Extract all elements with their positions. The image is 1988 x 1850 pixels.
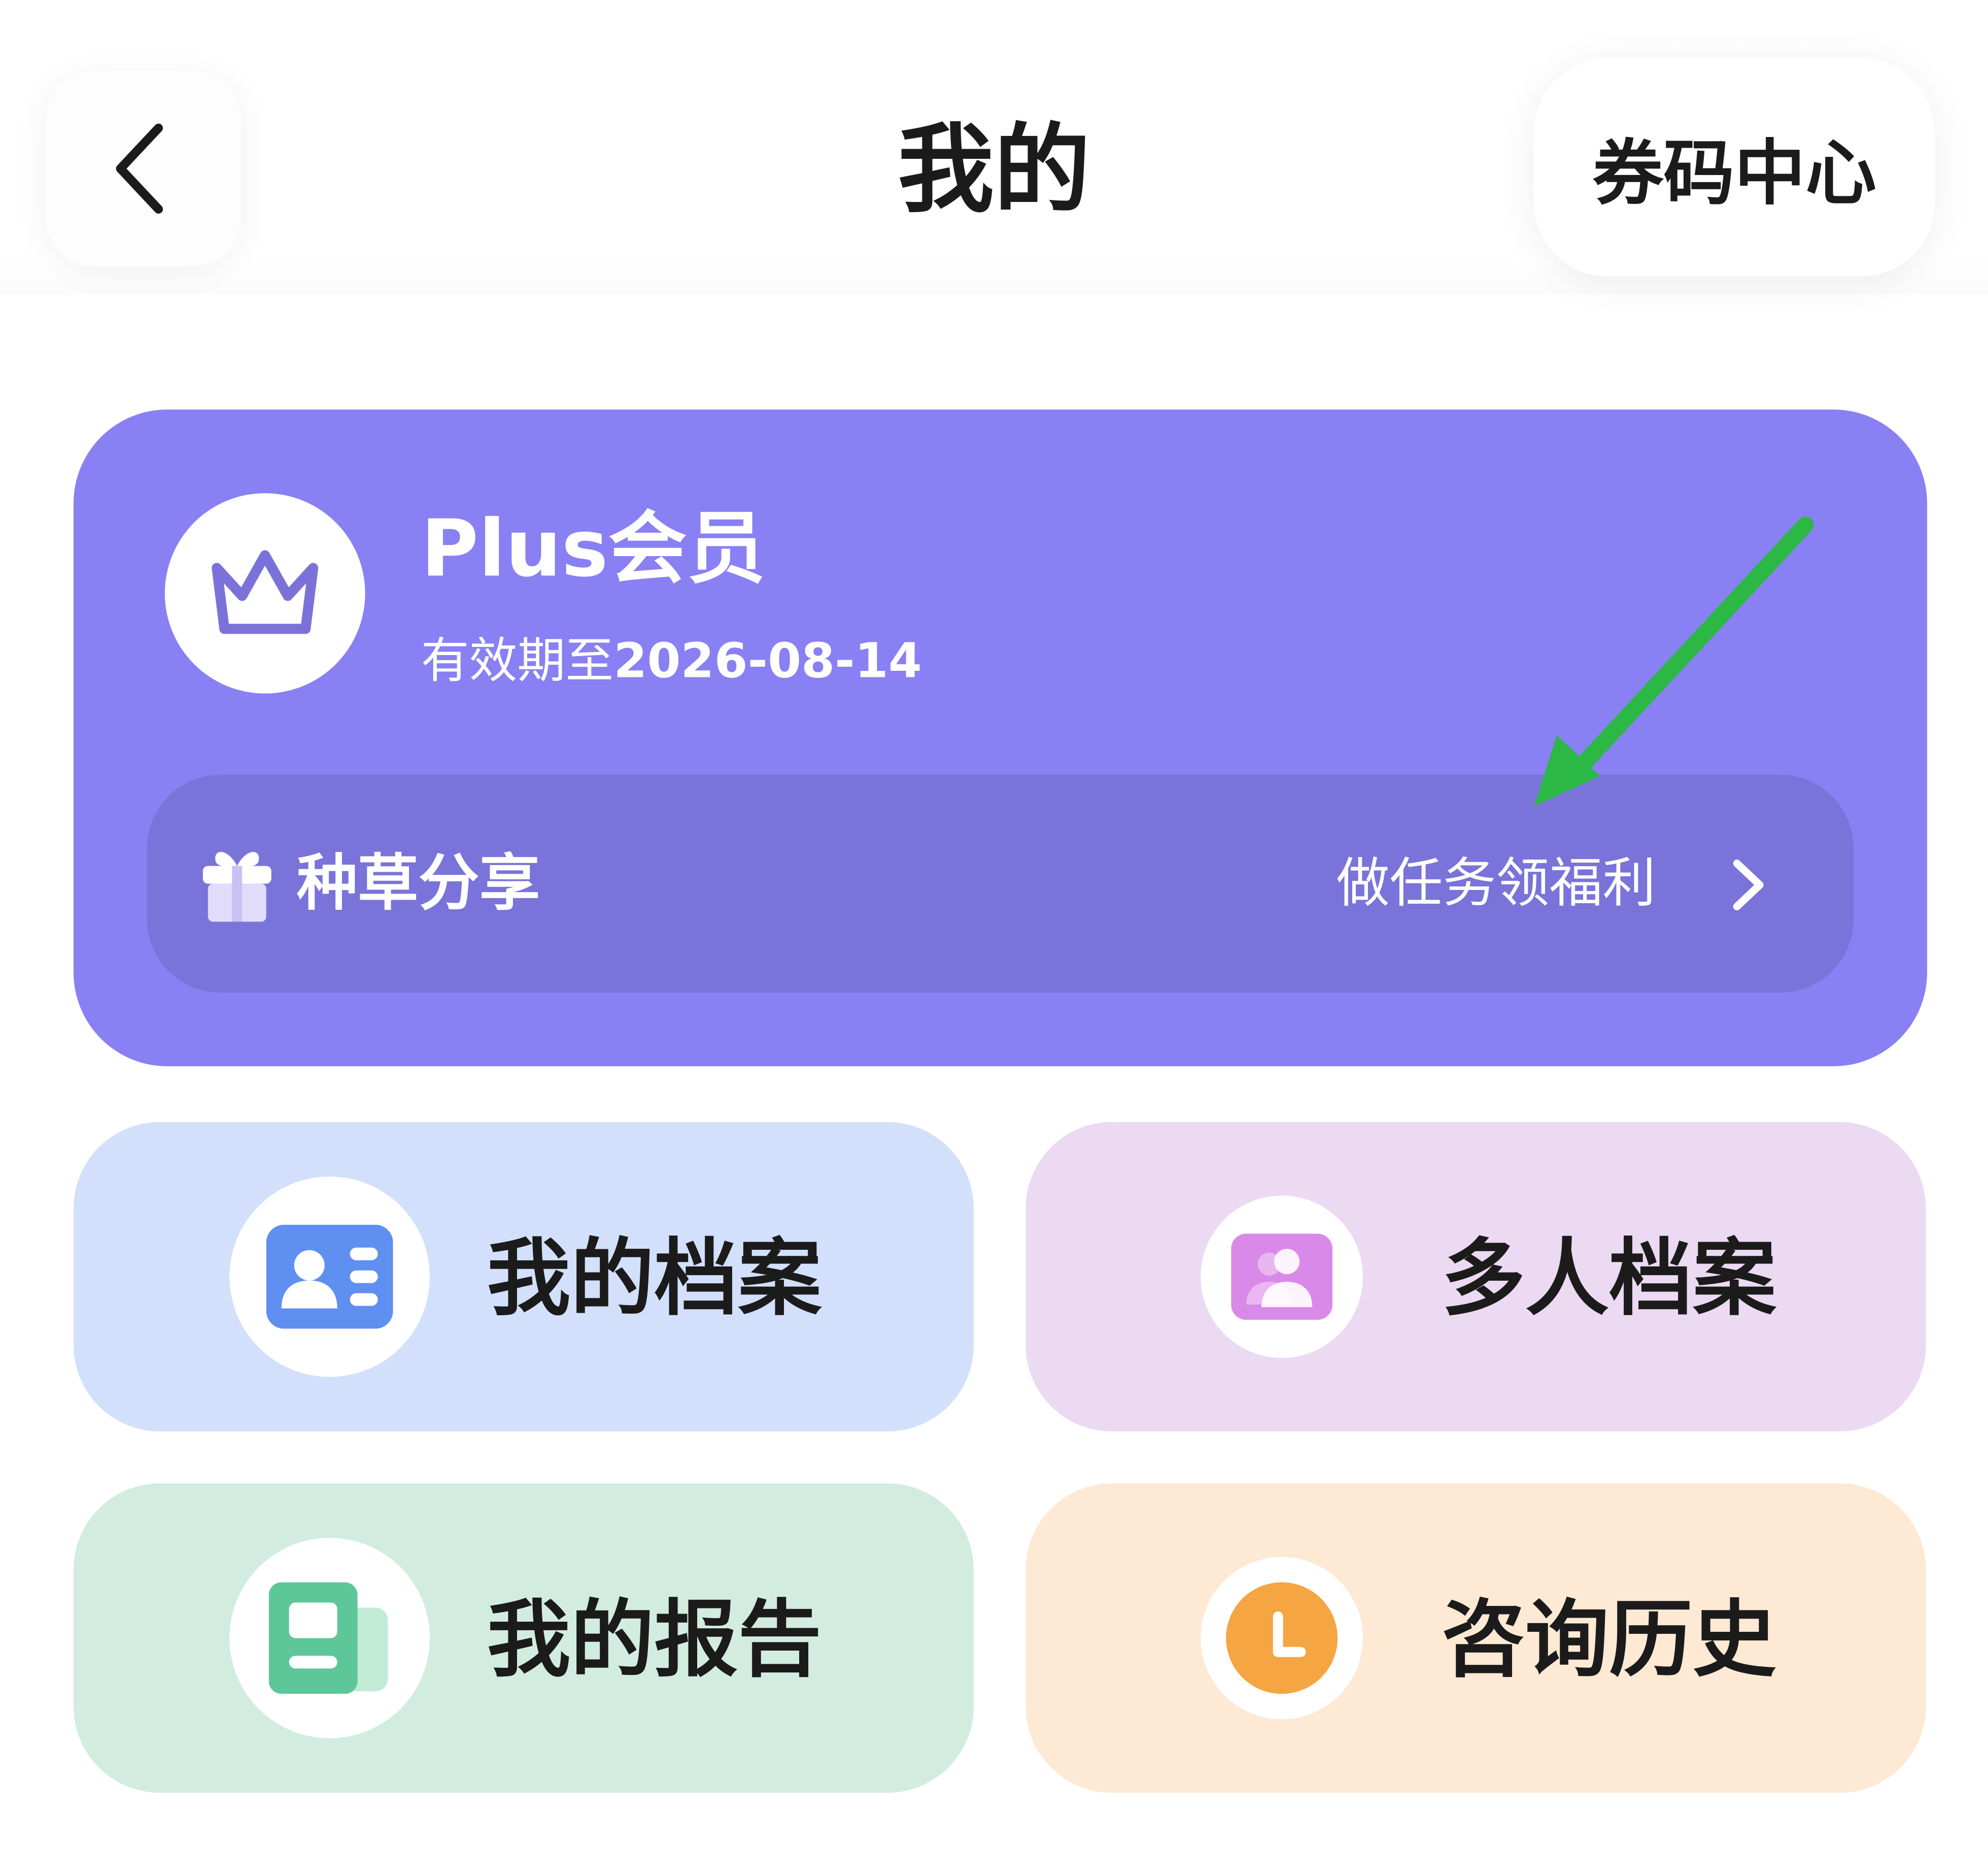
- membership-card[interactable]: Plus会员 有效期至2026-08-14 种草分享 做任务领福利: [73, 409, 1928, 1067]
- gift-icon: [202, 851, 271, 922]
- group-icon: [1231, 1234, 1333, 1320]
- report-icon: [268, 1582, 388, 1694]
- icon-circle: [229, 1176, 430, 1377]
- icon-circle: [1201, 1195, 1363, 1358]
- expiry-date: 2026-08-14: [613, 632, 922, 689]
- tile-label: 我的报告: [487, 1591, 822, 1689]
- icon-circle: [229, 1537, 430, 1738]
- membership-title: Plus会员: [421, 502, 766, 595]
- crown-badge: [164, 493, 365, 694]
- tile-label: 多人档案: [1442, 1229, 1776, 1328]
- my-profile-tile[interactable]: 我的档案: [73, 1122, 974, 1432]
- membership-expiry: 有效期至2026-08-14: [421, 630, 922, 691]
- clock-icon: [1226, 1582, 1338, 1694]
- expiry-prefix: 有效期至: [421, 632, 614, 689]
- tile-label: 我的档案: [487, 1229, 822, 1328]
- chevron-right-icon: [1733, 860, 1764, 911]
- top-bar: 我的 券码中心: [0, 0, 1988, 294]
- tile-label: 咨询历史: [1442, 1591, 1776, 1689]
- id-card-icon: [266, 1224, 393, 1329]
- task-reward-label: 做任务领福利: [1336, 852, 1656, 914]
- app-root: 我的 券码中心 Plus会员 有效期至2026-08-14 种草分享 做任务领福…: [0, 0, 1988, 1850]
- share-label: 种草分享: [296, 848, 540, 919]
- share-task-bar[interactable]: 种草分享 做任务领福利: [147, 774, 1854, 993]
- my-report-tile[interactable]: 我的报告: [73, 1483, 974, 1793]
- crown-icon: [212, 550, 319, 634]
- icon-circle: [1201, 1557, 1363, 1720]
- coupon-center-button[interactable]: 券码中心: [1534, 58, 1935, 277]
- consult-history-tile[interactable]: 咨询历史: [1025, 1483, 1926, 1793]
- multi-profile-tile[interactable]: 多人档案: [1025, 1122, 1926, 1432]
